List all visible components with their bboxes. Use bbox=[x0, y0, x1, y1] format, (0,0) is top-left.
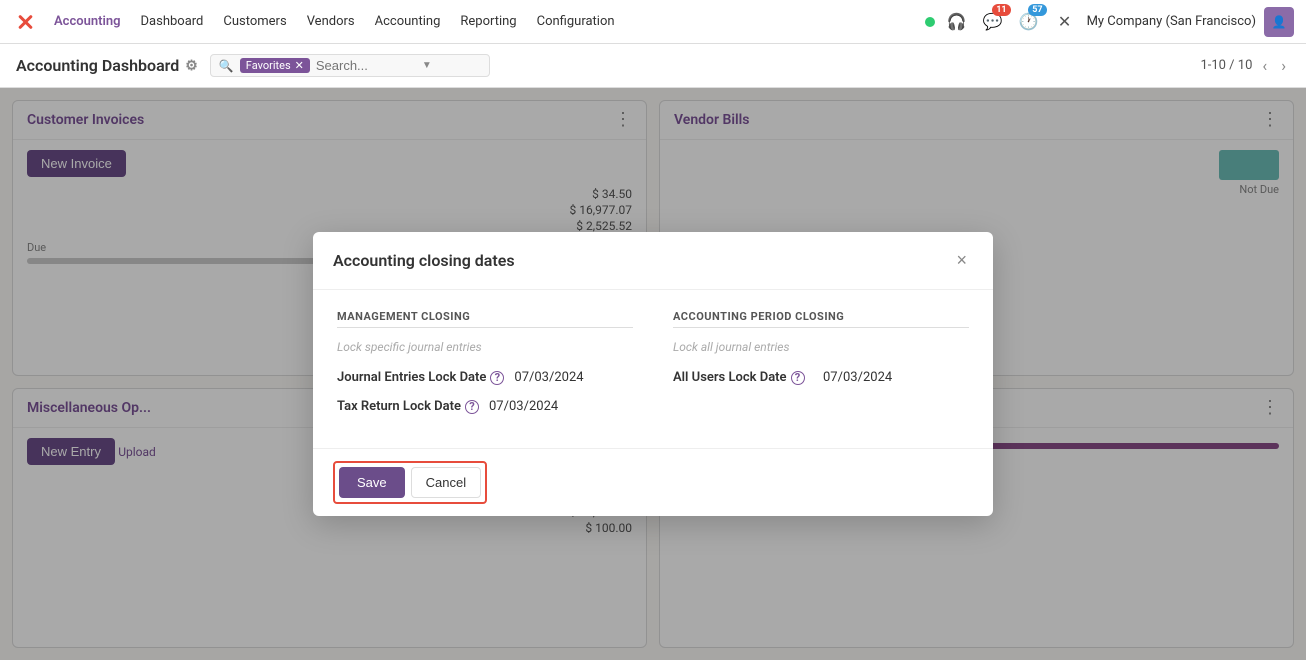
search-input[interactable] bbox=[316, 58, 416, 73]
nav-item-accounting-app[interactable]: Accounting bbox=[46, 10, 129, 33]
cancel-button[interactable]: Cancel bbox=[411, 467, 481, 498]
journal-entries-help-icon[interactable]: ? bbox=[490, 371, 504, 385]
headset-icon[interactable]: 🎧 bbox=[943, 8, 971, 36]
chat-badge: 11 bbox=[992, 4, 1010, 16]
top-nav: Accounting Dashboard Customers Vendors A… bbox=[0, 0, 1306, 44]
journal-entries-lock-date-value: 07/03/2024 bbox=[514, 370, 583, 385]
pagination-prev-button[interactable]: ‹ bbox=[1258, 54, 1271, 77]
tax-return-lock-date-row: Tax Return Lock Date ? 07/03/2024 bbox=[337, 399, 633, 414]
journal-entries-lock-date-label: Journal Entries Lock Date ? bbox=[337, 370, 504, 385]
management-section-title: MANAGEMENT CLOSING bbox=[337, 310, 633, 323]
search-icon: 🔍 bbox=[219, 59, 234, 73]
main-content: Customer Invoices ⋮ New Invoice $ 34.50 … bbox=[0, 88, 1306, 660]
modal-overlay[interactable]: Accounting closing dates × MANAGEMENT CL… bbox=[0, 88, 1306, 660]
search-bar[interactable]: 🔍 Favorites ✕ ▼ bbox=[210, 54, 490, 77]
search-dropdown-icon[interactable]: ▼ bbox=[422, 60, 432, 71]
accounting-section: ACCOUNTING PERIOD CLOSING Lock all journ… bbox=[673, 310, 969, 428]
nav-item-customers[interactable]: Customers bbox=[215, 10, 294, 33]
nav-item-dashboard[interactable]: Dashboard bbox=[133, 10, 212, 33]
all-users-lock-date-label: All Users Lock Date ? bbox=[673, 370, 813, 385]
chat-icon[interactable]: 💬 11 bbox=[979, 8, 1007, 36]
nav-item-reporting[interactable]: Reporting bbox=[452, 10, 524, 33]
modal-two-col: MANAGEMENT CLOSING Lock specific journal… bbox=[337, 310, 969, 428]
search-filter-tag[interactable]: Favorites ✕ bbox=[240, 58, 310, 73]
status-indicator bbox=[925, 17, 935, 27]
tax-return-lock-date-value: 07/03/2024 bbox=[489, 399, 558, 414]
pagination-text: 1-10 / 10 bbox=[1200, 58, 1252, 73]
all-users-help-icon[interactable]: ? bbox=[791, 371, 805, 385]
activity-badge: 57 bbox=[1028, 4, 1046, 16]
nav-item-accounting[interactable]: Accounting bbox=[367, 10, 449, 33]
filter-label: Favorites bbox=[246, 59, 291, 72]
tax-return-lock-date-label: Tax Return Lock Date ? bbox=[337, 399, 479, 414]
modal-footer: Save Cancel bbox=[313, 448, 993, 516]
modal-header: Accounting closing dates × bbox=[313, 232, 993, 290]
accounting-subtitle: Lock all journal entries bbox=[673, 340, 969, 354]
accounting-section-title: ACCOUNTING PERIOD CLOSING bbox=[673, 310, 969, 323]
company-name[interactable]: My Company (San Francisco) bbox=[1087, 14, 1256, 29]
management-subtitle: Lock specific journal entries bbox=[337, 340, 633, 354]
pagination-next-button[interactable]: › bbox=[1277, 54, 1290, 77]
action-buttons-highlight: Save Cancel bbox=[333, 461, 487, 504]
all-users-lock-date-value: 07/03/2024 bbox=[823, 370, 892, 385]
settings-icon[interactable]: ✕ bbox=[1051, 8, 1079, 36]
page-title-text: Accounting Dashboard bbox=[16, 56, 179, 75]
user-avatar[interactable]: 👤 bbox=[1264, 7, 1294, 37]
all-users-lock-date-row: All Users Lock Date ? 07/03/2024 bbox=[673, 370, 969, 385]
modal-dialog: Accounting closing dates × MANAGEMENT CL… bbox=[313, 232, 993, 516]
sub-header: Accounting Dashboard ⚙ 🔍 Favorites ✕ ▼ 1… bbox=[0, 44, 1306, 88]
filter-remove-icon[interactable]: ✕ bbox=[295, 59, 304, 72]
activity-icon[interactable]: 🕐 57 bbox=[1015, 8, 1043, 36]
modal-close-button[interactable]: × bbox=[950, 248, 973, 273]
save-button[interactable]: Save bbox=[339, 467, 405, 498]
pagination: 1-10 / 10 ‹ › bbox=[1200, 54, 1290, 77]
modal-title: Accounting closing dates bbox=[333, 251, 950, 270]
settings-gear-icon[interactable]: ⚙ bbox=[185, 58, 198, 74]
app-logo[interactable] bbox=[12, 10, 36, 34]
nav-item-vendors[interactable]: Vendors bbox=[299, 10, 363, 33]
tax-return-help-icon[interactable]: ? bbox=[465, 400, 479, 414]
nav-item-configuration[interactable]: Configuration bbox=[529, 10, 623, 33]
management-section: MANAGEMENT CLOSING Lock specific journal… bbox=[337, 310, 633, 428]
modal-body: MANAGEMENT CLOSING Lock specific journal… bbox=[313, 290, 993, 448]
journal-entries-lock-date-row: Journal Entries Lock Date ? 07/03/2024 bbox=[337, 370, 633, 385]
